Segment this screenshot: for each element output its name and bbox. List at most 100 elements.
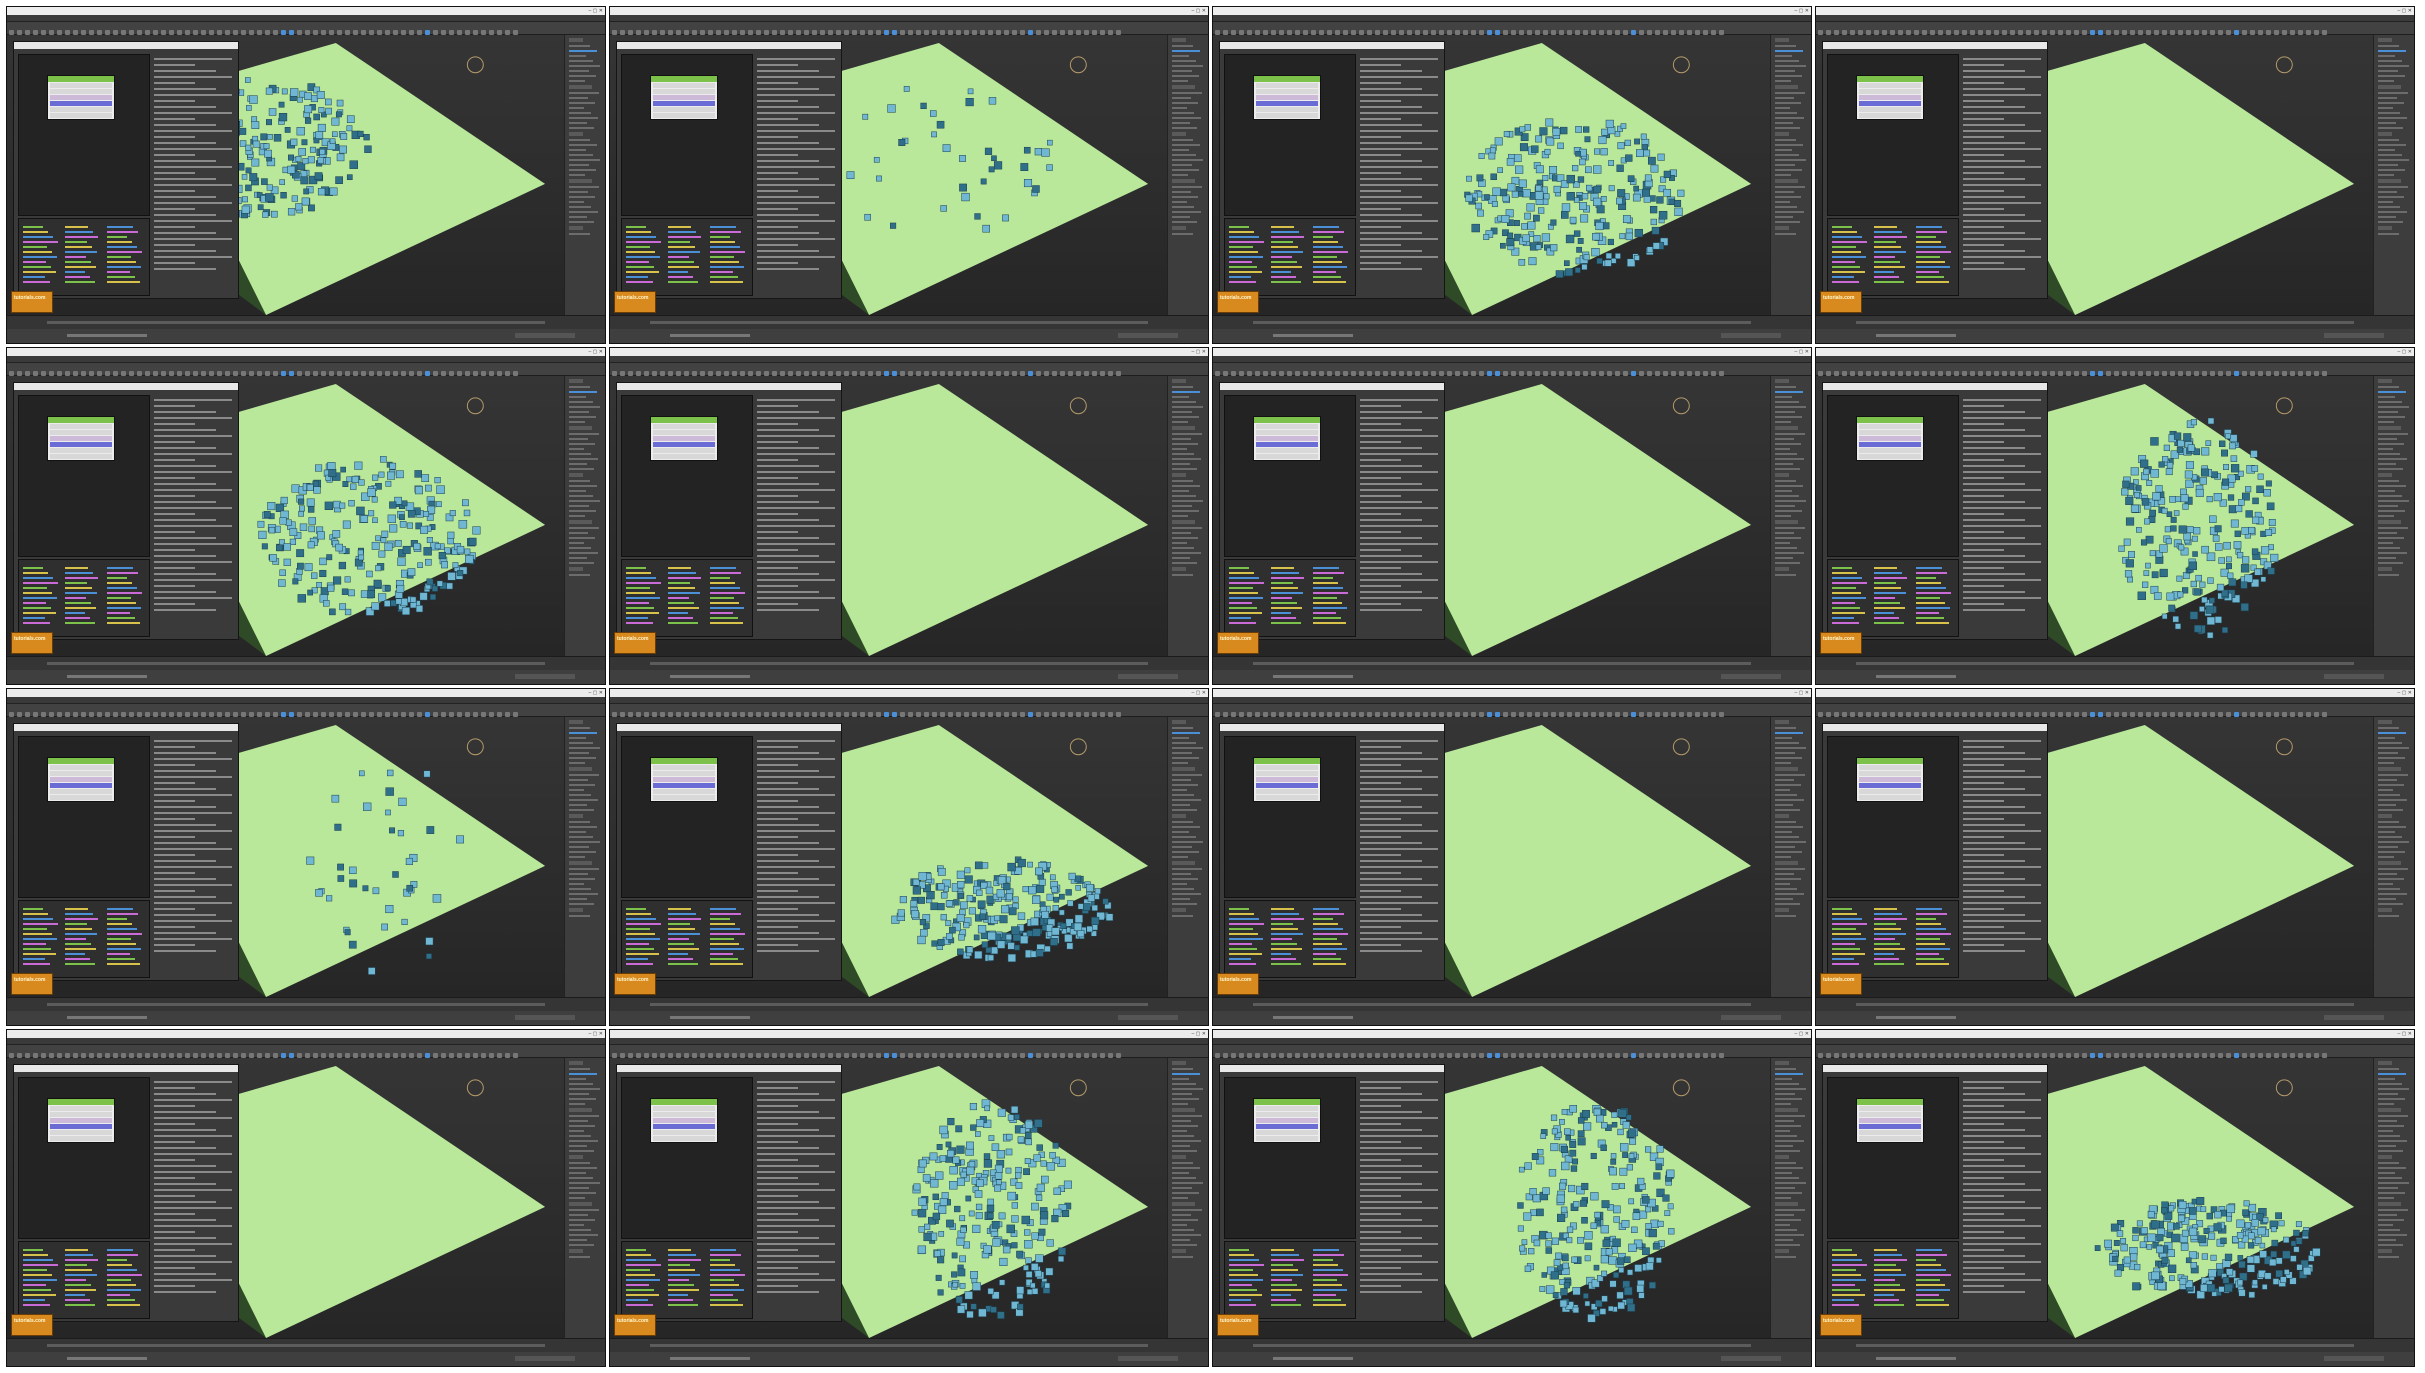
timeline-slider[interactable] (7, 997, 605, 1011)
tyflow-emitter-icon[interactable] (2275, 738, 2293, 756)
timeline-slider[interactable] (610, 315, 1208, 329)
window-controls-icon[interactable]: – ▢ ✕ (1192, 690, 1206, 696)
operator-properties[interactable] (1358, 395, 1440, 635)
tyflow-emitter-icon[interactable] (1069, 738, 1087, 756)
main-toolbar[interactable] (1816, 363, 2414, 376)
selected-operator[interactable] (50, 783, 112, 788)
tyflow-emitter-icon[interactable] (1672, 738, 1690, 756)
timeline-slider[interactable] (7, 656, 605, 670)
main-toolbar[interactable] (1816, 704, 2414, 717)
node-graph[interactable] (1827, 1077, 1959, 1239)
main-toolbar[interactable] (7, 1045, 605, 1058)
event-node[interactable] (1856, 1098, 1924, 1143)
window-controls-icon[interactable]: – ▢ ✕ (1795, 349, 1809, 355)
node-graph[interactable] (1827, 736, 1959, 898)
menu-bar[interactable] (1213, 697, 1811, 710)
main-toolbar[interactable] (1816, 1045, 2414, 1058)
selected-operator[interactable] (50, 1124, 112, 1129)
tyflow-editor-window[interactable] (1822, 1064, 2048, 1322)
window-controls-icon[interactable]: – ▢ ✕ (2398, 349, 2412, 355)
tyflow-editor-window[interactable] (13, 382, 239, 640)
selected-operator[interactable] (1859, 783, 1921, 788)
operator-properties[interactable] (755, 1077, 837, 1317)
operator-depot[interactable] (1827, 559, 1959, 637)
operator-depot[interactable] (1224, 218, 1356, 296)
selected-operator[interactable] (1256, 442, 1318, 447)
command-panel[interactable] (1167, 1058, 1208, 1338)
command-panel[interactable] (1167, 35, 1208, 315)
tyflow-emitter-icon[interactable] (1672, 397, 1690, 415)
operator-properties[interactable] (152, 395, 234, 635)
selected-operator[interactable] (50, 442, 112, 447)
timeline-slider[interactable] (610, 656, 1208, 670)
menu-bar[interactable] (610, 15, 1208, 28)
operator-depot[interactable] (18, 1241, 150, 1319)
command-panel[interactable] (564, 35, 605, 315)
command-panel[interactable] (1770, 35, 1811, 315)
window-controls-icon[interactable]: – ▢ ✕ (1795, 8, 1809, 14)
menu-bar[interactable] (7, 15, 605, 28)
main-toolbar[interactable] (610, 704, 1208, 717)
timeline-slider[interactable] (1816, 1338, 2414, 1352)
tyflow-emitter-icon[interactable] (466, 738, 484, 756)
selected-operator[interactable] (653, 1124, 715, 1129)
window-controls-icon[interactable]: – ▢ ✕ (2398, 8, 2412, 14)
menu-bar[interactable] (610, 1038, 1208, 1051)
operator-properties[interactable] (1358, 736, 1440, 976)
main-toolbar[interactable] (1213, 1045, 1811, 1058)
operator-depot[interactable] (18, 559, 150, 637)
operator-properties[interactable] (152, 54, 234, 294)
operator-properties[interactable] (1961, 54, 2043, 294)
node-graph[interactable] (1224, 54, 1356, 216)
tyflow-editor-window[interactable] (1219, 1064, 1445, 1322)
event-node[interactable] (650, 75, 718, 120)
operator-properties[interactable] (1358, 54, 1440, 294)
event-node[interactable] (1856, 416, 1924, 461)
timeline-slider[interactable] (1816, 656, 2414, 670)
event-node[interactable] (1253, 75, 1321, 120)
tyflow-emitter-icon[interactable] (2275, 397, 2293, 415)
tyflow-emitter-icon[interactable] (466, 397, 484, 415)
main-toolbar[interactable] (1213, 704, 1811, 717)
event-node[interactable] (650, 1098, 718, 1143)
event-node[interactable] (650, 416, 718, 461)
main-toolbar[interactable] (1816, 22, 2414, 35)
tyflow-editor-window[interactable] (1219, 41, 1445, 299)
timeline-slider[interactable] (1213, 1338, 1811, 1352)
operator-depot[interactable] (1827, 218, 1959, 296)
window-controls-icon[interactable]: – ▢ ✕ (1192, 8, 1206, 14)
operator-depot[interactable] (1224, 559, 1356, 637)
event-node[interactable] (650, 757, 718, 802)
selected-operator[interactable] (1256, 1124, 1318, 1129)
tyflow-editor-window[interactable] (13, 1064, 239, 1322)
main-toolbar[interactable] (610, 363, 1208, 376)
tyflow-editor-window[interactable] (1822, 41, 2048, 299)
command-panel[interactable] (2373, 376, 2414, 656)
main-toolbar[interactable] (7, 22, 605, 35)
timeline-slider[interactable] (1213, 656, 1811, 670)
event-node[interactable] (1253, 1098, 1321, 1143)
tyflow-emitter-icon[interactable] (466, 1079, 484, 1097)
window-controls-icon[interactable]: – ▢ ✕ (1192, 1031, 1206, 1037)
tyflow-editor-window[interactable] (1822, 723, 2048, 981)
menu-bar[interactable] (1816, 697, 2414, 710)
tyflow-emitter-icon[interactable] (1069, 397, 1087, 415)
timeline-slider[interactable] (1816, 997, 2414, 1011)
operator-properties[interactable] (1358, 1077, 1440, 1317)
node-graph[interactable] (1827, 54, 1959, 216)
operator-properties[interactable] (755, 395, 837, 635)
command-panel[interactable] (564, 376, 605, 656)
node-graph[interactable] (621, 54, 753, 216)
main-toolbar[interactable] (610, 1045, 1208, 1058)
event-node[interactable] (47, 757, 115, 802)
node-graph[interactable] (621, 736, 753, 898)
operator-depot[interactable] (1827, 1241, 1959, 1319)
tyflow-emitter-icon[interactable] (1069, 56, 1087, 74)
window-controls-icon[interactable]: – ▢ ✕ (1192, 349, 1206, 355)
menu-bar[interactable] (1213, 1038, 1811, 1051)
node-graph[interactable] (18, 1077, 150, 1239)
command-panel[interactable] (564, 1058, 605, 1338)
operator-depot[interactable] (621, 1241, 753, 1319)
window-controls-icon[interactable]: – ▢ ✕ (589, 349, 603, 355)
tyflow-editor-window[interactable] (616, 723, 842, 981)
